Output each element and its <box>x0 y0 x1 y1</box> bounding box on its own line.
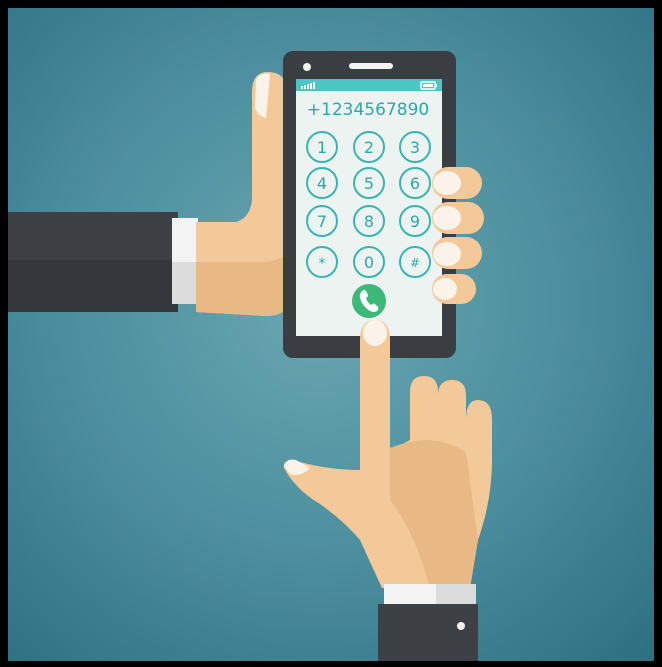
finger-3 <box>432 237 482 269</box>
svg-text:*: * <box>319 256 326 272</box>
svg-text:2: 2 <box>364 138 374 157</box>
left-sleeve-shade <box>8 260 178 312</box>
status-bar <box>296 79 442 91</box>
phone-camera <box>303 63 311 71</box>
index-fingernail <box>363 320 387 346</box>
right-sleeve <box>378 604 478 661</box>
svg-text:0: 0 <box>364 253 374 272</box>
left-cuff-shade <box>172 262 198 304</box>
svg-text:3: 3 <box>410 138 420 157</box>
finger-2 <box>432 202 484 234</box>
right-arm <box>378 584 478 661</box>
svg-text:1: 1 <box>317 138 327 157</box>
svg-text:#: # <box>410 256 420 270</box>
phone-speaker <box>349 63 393 69</box>
finger-1 <box>432 167 482 199</box>
dialed-number: +1234567890 <box>307 100 429 120</box>
finger-4 <box>432 274 476 304</box>
svg-text:7: 7 <box>317 212 327 231</box>
svg-text:9: 9 <box>410 212 420 231</box>
smartphone: +1234567890 1 2 3 4 5 6 7 8 9 * 0 # <box>283 51 456 358</box>
svg-text:6: 6 <box>410 174 420 193</box>
left-arm <box>8 212 198 312</box>
phone-dialing-illustration: +1234567890 1 2 3 4 5 6 7 8 9 * 0 # <box>0 0 662 667</box>
cufflink-button <box>457 622 465 630</box>
svg-text:5: 5 <box>364 174 374 193</box>
svg-text:4: 4 <box>317 174 327 193</box>
svg-text:8: 8 <box>364 212 374 231</box>
call-button[interactable] <box>352 284 386 318</box>
